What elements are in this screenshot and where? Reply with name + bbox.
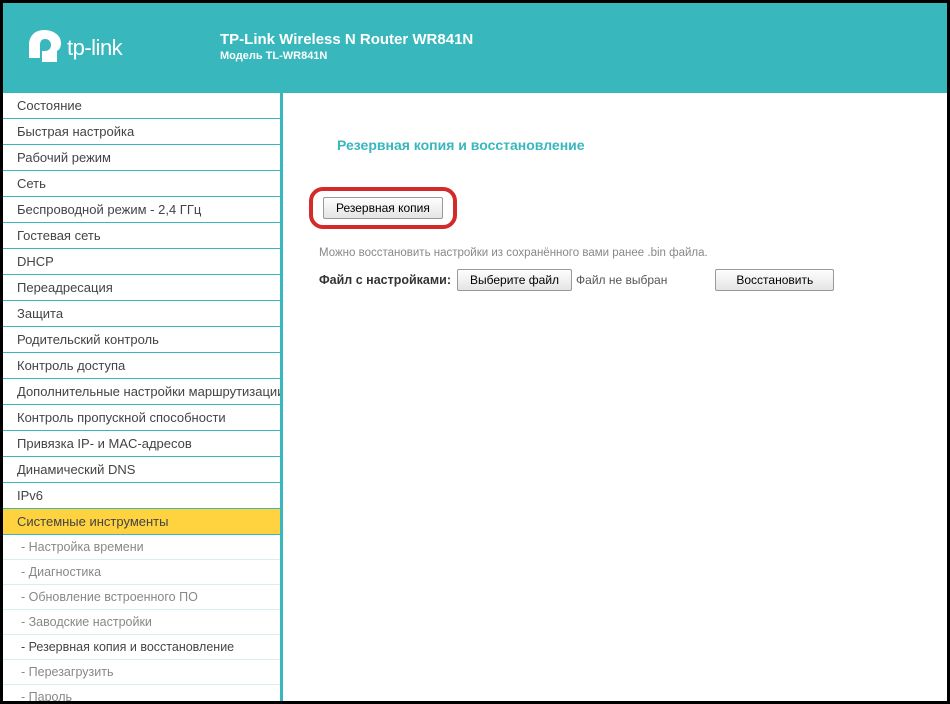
brand-logo: tp-link [27, 28, 202, 68]
sidebar-item[interactable]: Быстрая настройка [3, 119, 280, 145]
sidebar-item[interactable]: Динамический DNS [3, 457, 280, 483]
sidebar-item[interactable]: DHCP [3, 249, 280, 275]
sidebar-subitem[interactable]: - Заводские настройки [3, 610, 280, 635]
sidebar-item[interactable]: Переадресация [3, 275, 280, 301]
header: tp-link TP-Link Wireless N Router WR841N… [3, 3, 947, 93]
sidebar-item[interactable]: Привязка IP- и MAC-адресов [3, 431, 280, 457]
product-title: TP-Link Wireless N Router WR841N [220, 31, 473, 48]
sidebar-item[interactable]: Состояние [3, 93, 280, 119]
sidebar-subitem[interactable]: - Резервная копия и восстановление [3, 635, 280, 660]
main-content: Резервная копия и восстановление Резервн… [283, 93, 947, 701]
sidebar-subitem[interactable]: - Обновление встроенного ПО [3, 585, 280, 610]
sidebar: СостояниеБыстрая настройкаРабочий режимС… [3, 93, 283, 701]
backup-button[interactable]: Резервная копия [323, 197, 443, 219]
body: СостояниеБыстрая настройкаРабочий режимС… [3, 93, 947, 701]
app-frame: tp-link TP-Link Wireless N Router WR841N… [0, 0, 950, 704]
section-title: Резервная копия и восстановление [313, 137, 917, 153]
backup-highlight: Резервная копия [309, 187, 457, 229]
sidebar-item[interactable]: Контроль пропускной способности [3, 405, 280, 431]
sidebar-item[interactable]: Гостевая сеть [3, 223, 280, 249]
sidebar-item[interactable]: Рабочий режим [3, 145, 280, 171]
choose-file-button[interactable]: Выберите файл [457, 269, 572, 291]
product-subtitle: Модель TL-WR841N [220, 50, 473, 62]
sidebar-subitem[interactable]: - Перезагрузить [3, 660, 280, 685]
brand-name: tp-link [67, 35, 122, 61]
no-file-text: Файл не выбран [576, 273, 667, 287]
sidebar-subitem[interactable]: - Диагностика [3, 560, 280, 585]
restore-button[interactable]: Восстановить [715, 269, 834, 291]
restore-help-text: Можно восстановить настройки из сохранён… [313, 247, 917, 259]
sidebar-item[interactable]: Родительский контроль [3, 327, 280, 353]
sidebar-item[interactable]: Дополнительные настройки маршрутизации [3, 379, 280, 405]
tp-link-logo-icon [27, 28, 63, 68]
sidebar-subitem[interactable]: - Пароль [3, 685, 280, 701]
sidebar-item[interactable]: Защита [3, 301, 280, 327]
file-label: Файл с настройками: [319, 273, 451, 287]
sidebar-item[interactable]: Сеть [3, 171, 280, 197]
sidebar-subitem[interactable]: - Настройка времени [3, 535, 280, 560]
sidebar-item[interactable]: IPv6 [3, 483, 280, 509]
sidebar-item[interactable]: Контроль доступа [3, 353, 280, 379]
header-title-block: TP-Link Wireless N Router WR841N Модель … [220, 31, 473, 62]
sidebar-item[interactable]: Системные инструменты [3, 509, 280, 535]
file-row: Файл с настройками: Выберите файл Файл н… [313, 269, 917, 291]
sidebar-item[interactable]: Беспроводной режим - 2,4 ГГц [3, 197, 280, 223]
